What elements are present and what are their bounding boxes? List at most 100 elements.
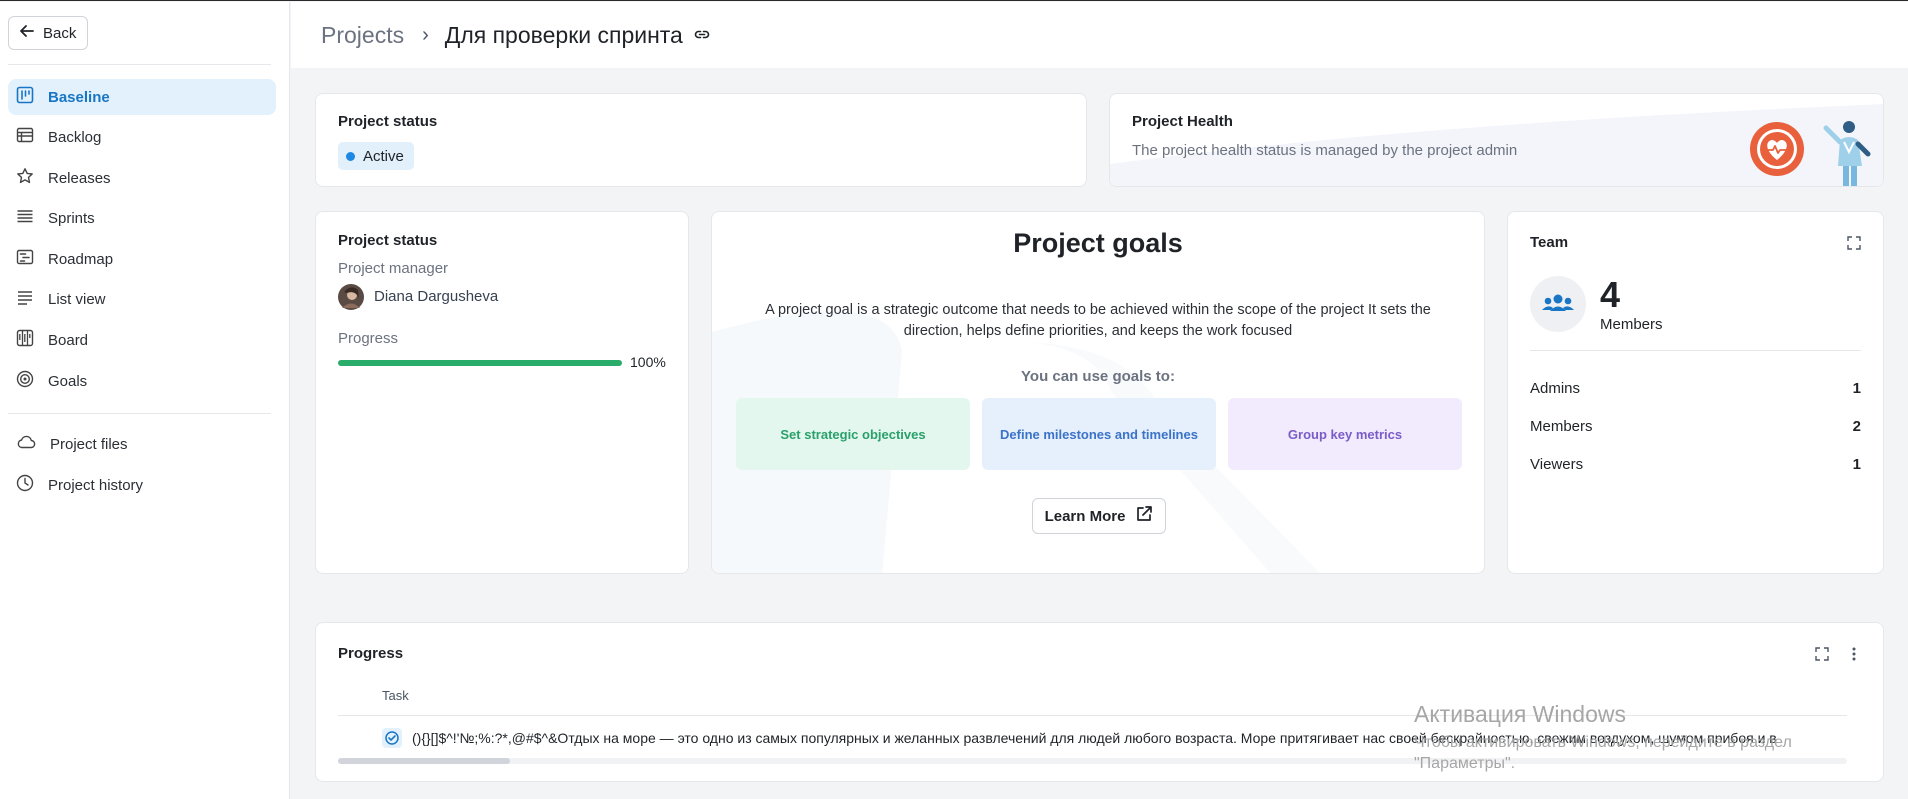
goals-use-label: You can use goals to: — [1021, 368, 1175, 385]
scrollbar-thumb[interactable] — [338, 758, 510, 764]
project-health-card: Project Health The project health status… — [1109, 93, 1884, 187]
goal-option-metrics[interactable]: Group key metrics — [1228, 398, 1462, 470]
status-badge[interactable]: Active — [338, 142, 414, 170]
progress-bar — [338, 360, 622, 366]
goal-option-label: Define milestones and timelines — [1000, 426, 1198, 442]
progress-card: Progress Task (){}[]$^!'№;%:?*,@#$^&Отды… — [315, 622, 1884, 782]
task-title: (){}[]$^!'№;%:?*,@#$^&Отдых на море — эт… — [412, 730, 1777, 746]
roadmap-icon — [16, 248, 34, 270]
heart-health-icon — [1748, 120, 1806, 183]
sidebar-item-releases[interactable]: Releases — [8, 160, 276, 196]
team-divider — [1530, 350, 1861, 351]
goal-option-milestones[interactable]: Define milestones and timelines — [982, 398, 1216, 470]
project-manager-label: Project manager — [338, 260, 449, 277]
sidebar-item-roadmap[interactable]: Roadmap — [8, 241, 276, 277]
sidebar-item-label: Goals — [48, 372, 88, 390]
link-icon[interactable] — [693, 26, 711, 44]
sidebar-divider — [8, 413, 271, 414]
project-goals-card: Project goals A project goal is a strate… — [711, 211, 1485, 574]
team-row-viewers: Viewers 1 — [1530, 452, 1861, 476]
sidebar-item-label: Roadmap — [48, 250, 114, 268]
sidebar-item-backlog[interactable]: Backlog — [8, 119, 276, 155]
star-icon — [16, 167, 34, 189]
sidebar-item-label: Board — [48, 331, 89, 349]
clock-icon — [16, 474, 34, 496]
team-card: Team 4 Members Admins 1 Members 2 Viewer… — [1507, 211, 1884, 574]
breadcrumb-separator: › — [422, 23, 429, 46]
sidebar-item-label: Sprints — [48, 209, 95, 227]
arrow-left-icon — [19, 23, 35, 43]
project-manager-name: Diana Dargusheva — [374, 288, 499, 305]
sidebar-item-label: List view — [48, 290, 106, 308]
sidebar-item-goals[interactable]: Goals — [8, 363, 276, 399]
kanban-icon — [16, 86, 34, 108]
doctor-illustration — [1816, 118, 1880, 193]
learn-more-label: Learn More — [1044, 507, 1126, 525]
column-header-task: Task — [382, 688, 409, 703]
card-title: Team — [1530, 234, 1569, 251]
goals-title: Project goals — [1013, 228, 1183, 258]
back-label: Back — [43, 24, 77, 42]
horizontal-scrollbar[interactable] — [338, 758, 1847, 764]
sidebar-divider — [8, 64, 271, 65]
page-title: Для проверки спринта — [444, 21, 683, 48]
app-window: Back Baseline Backlog Releases Sprints R… — [0, 0, 1908, 799]
team-row-members: Members 2 — [1530, 414, 1861, 438]
expand-icon[interactable] — [1815, 647, 1829, 666]
status-dot — [346, 151, 355, 161]
team-row-value: 2 — [1852, 417, 1861, 435]
board-icon — [16, 329, 34, 351]
back-button[interactable]: Back — [8, 16, 88, 50]
progress-label: Progress — [338, 330, 399, 347]
table-divider — [338, 715, 1847, 716]
sidebar: Back Baseline Backlog Releases Sprints R… — [0, 2, 290, 799]
sidebar-item-board[interactable]: Board — [8, 322, 276, 358]
team-row-admins: Admins 1 — [1530, 376, 1861, 400]
sidebar-item-project-history[interactable]: Project history — [8, 467, 276, 503]
card-title: Progress — [338, 645, 404, 662]
lines-icon — [16, 207, 34, 229]
sidebar-item-label: Releases — [48, 169, 111, 187]
goal-option-strategic[interactable]: Set strategic objectives — [736, 398, 970, 470]
team-row-value: 1 — [1852, 379, 1861, 397]
external-link-icon — [1135, 505, 1153, 527]
table-row[interactable]: (){}[]$^!'№;%:?*,@#$^&Отдых на море — эт… — [338, 724, 1847, 752]
sidebar-item-list-view[interactable]: List view — [8, 281, 276, 317]
team-row-label: Viewers — [1530, 455, 1584, 473]
sidebar-item-label: Backlog — [48, 128, 102, 146]
team-row-label: Admins — [1530, 379, 1581, 397]
health-description: The project health status is managed by … — [1132, 142, 1518, 159]
breadcrumb-projects-link[interactable]: Projects — [321, 22, 404, 49]
more-vertical-icon[interactable] — [1847, 646, 1861, 667]
card-title: Project status — [338, 232, 438, 249]
sidebar-item-label: Baseline — [48, 88, 110, 106]
team-row-value: 1 — [1852, 455, 1861, 473]
sidebar-item-label: Project files — [50, 435, 128, 453]
status-label: Active — [363, 147, 404, 165]
card-title: Project status — [338, 113, 438, 130]
team-row-label: Members — [1530, 417, 1593, 435]
sidebar-item-sprints[interactable]: Sprints — [8, 200, 276, 236]
goals-description: A project goal is a strategic outcome th… — [765, 302, 1431, 339]
team-count: 4 — [1600, 274, 1621, 315]
project-details-card: Project status Project manager Diana Dar… — [315, 211, 689, 574]
list-icon — [16, 288, 34, 310]
goal-option-label: Group key metrics — [1287, 426, 1403, 442]
project-status-card: Project status Active — [315, 93, 1087, 187]
progress-bar-fill — [338, 360, 622, 366]
team-icon — [1530, 276, 1586, 337]
cloud-icon — [16, 433, 36, 455]
target-icon — [16, 370, 34, 392]
avatar[interactable] — [338, 284, 364, 315]
table-icon — [16, 126, 34, 148]
sidebar-item-baseline[interactable]: Baseline — [8, 79, 276, 115]
expand-icon[interactable] — [1847, 236, 1861, 255]
sidebar-item-project-files[interactable]: Project files — [8, 426, 276, 462]
card-title: Project Health — [1132, 113, 1233, 130]
learn-more-button[interactable]: Learn More — [1032, 498, 1166, 534]
breadcrumb: Projects › Для проверки спринта — [291, 2, 1908, 68]
sidebar-item-label: Project history — [48, 476, 144, 494]
goal-option-label: Set strategic objectives — [780, 426, 926, 442]
team-count-label: Members — [1600, 316, 1663, 333]
task-check-icon — [382, 728, 402, 748]
